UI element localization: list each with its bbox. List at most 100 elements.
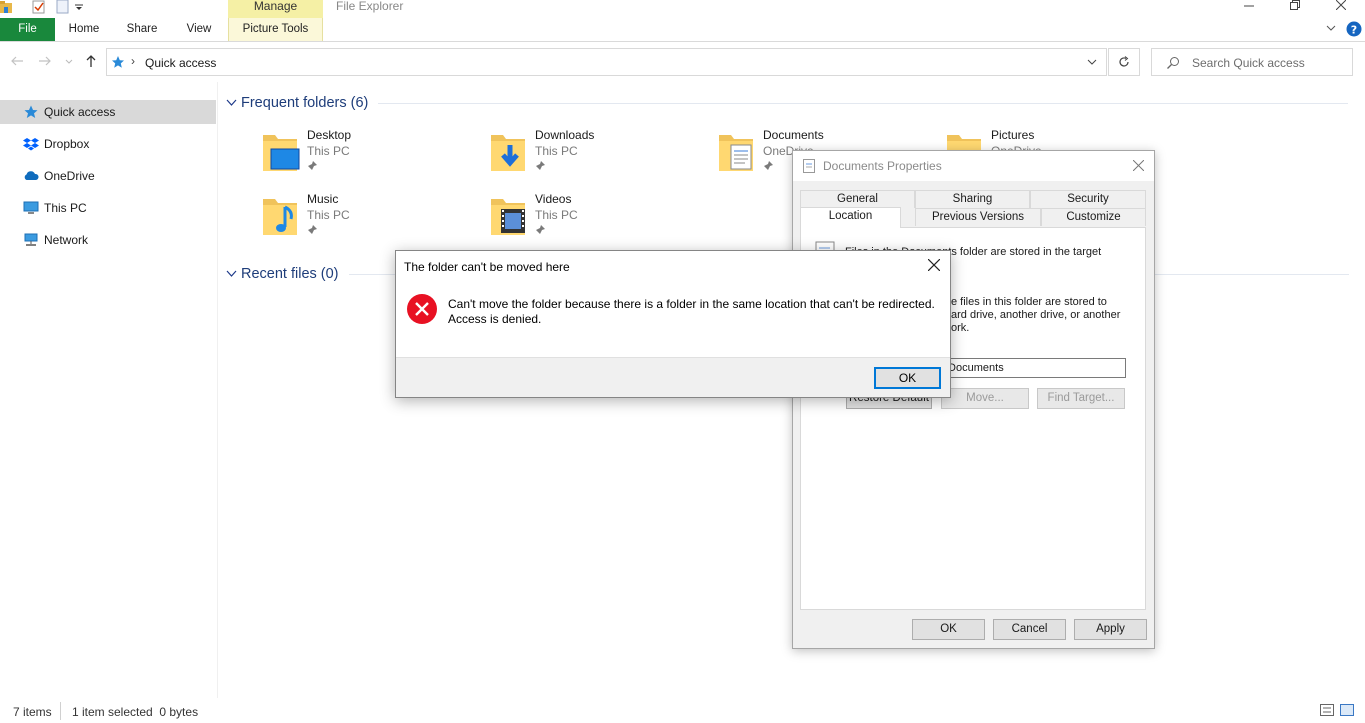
dialog-titlebar: Documents Properties: [793, 151, 1154, 181]
folder-icon[interactable]: [0, 0, 14, 14]
star-icon: [111, 55, 125, 69]
move-button[interactable]: Move...: [941, 388, 1029, 409]
folder-tile-music[interactable]: Music This PC: [261, 192, 471, 252]
nav-label: Dropbox: [44, 137, 90, 151]
star-icon: [23, 105, 39, 119]
apply-button[interactable]: Apply: [1074, 619, 1147, 640]
cancel-button[interactable]: Cancel: [993, 619, 1066, 640]
refresh-icon: [1118, 56, 1130, 68]
dialog-title: Documents Properties: [823, 159, 942, 173]
group-title: Frequent folders (6): [241, 95, 369, 111]
search-input[interactable]: Search Quick access: [1151, 48, 1353, 76]
search-placeholder: Search Quick access: [1192, 56, 1305, 70]
location-info-line-1: e files in this folder are stored to: [951, 296, 1107, 308]
tab-share[interactable]: Share: [118, 18, 166, 41]
restore-button[interactable]: [1272, 0, 1318, 16]
pin-icon: [763, 161, 773, 171]
documents-folder-icon: [717, 131, 757, 173]
restore-icon: [1290, 0, 1300, 10]
nav-item-dropbox[interactable]: Dropbox: [0, 132, 216, 156]
dialog-title: The folder can't be moved here: [404, 260, 570, 274]
nav-item-quick-access[interactable]: Quick access: [0, 100, 216, 124]
documents-properties-dialog: Documents Properties General Sharing Sec…: [792, 150, 1155, 649]
folder-location: This PC: [307, 208, 350, 222]
nav-label: OneDrive: [44, 169, 95, 183]
minimize-icon: [1244, 0, 1254, 10]
location-info-line-3: ork.: [951, 322, 970, 334]
tab-view[interactable]: View: [176, 18, 222, 41]
refresh-button[interactable]: [1108, 48, 1140, 76]
folder-name: Music: [307, 192, 339, 206]
customize-toolbar-icon[interactable]: [74, 0, 88, 14]
music-folder-icon: [261, 195, 301, 237]
tab-customize[interactable]: Customize: [1041, 208, 1146, 226]
videos-folder-icon: [489, 195, 529, 237]
tab-file[interactable]: File: [0, 18, 55, 41]
tab-security[interactable]: Security: [1030, 190, 1146, 208]
breadcrumb-quick-access[interactable]: Quick access: [145, 56, 216, 70]
chevron-down-icon: [226, 270, 238, 278]
ok-button[interactable]: OK: [912, 619, 985, 640]
nav-label: Network: [44, 233, 89, 247]
properties-icon[interactable]: [32, 0, 46, 14]
chevron-down-icon: [226, 99, 238, 107]
folder-name: Documents: [763, 128, 824, 142]
navigation-pane: Quick access Dropbox OneDrive This PC Ne…: [0, 82, 218, 698]
address-dropdown-icon[interactable]: [1087, 58, 1097, 66]
folder-tile-desktop[interactable]: Desktop This PC: [261, 128, 471, 188]
tab-location[interactable]: Location: [800, 207, 901, 228]
svg-text:?: ?: [1351, 24, 1357, 37]
frequent-folders-header[interactable]: Frequent folders (6): [226, 93, 1349, 113]
details-view-icon[interactable]: [1320, 704, 1334, 716]
tab-sharing[interactable]: Sharing: [915, 190, 1030, 208]
breadcrumb-separator-icon[interactable]: ›: [131, 54, 135, 68]
tab-picture-tools[interactable]: Picture Tools: [228, 18, 323, 41]
error-message: Can't move the folder because there is a…: [448, 297, 935, 326]
folder-name: Downloads: [535, 128, 595, 142]
ribbon: File Home Share View Picture Tools ?: [0, 18, 1365, 42]
forward-arrow-icon[interactable]: [38, 54, 54, 70]
close-icon: [1336, 0, 1346, 10]
close-icon[interactable]: [928, 259, 942, 273]
folder-tile-videos[interactable]: Videos This PC: [489, 192, 699, 252]
nav-item-onedrive[interactable]: OneDrive: [0, 164, 216, 188]
manage-context-label: Manage: [228, 0, 323, 18]
close-icon[interactable]: [1133, 160, 1144, 171]
title-bar: Manage File Explorer: [0, 0, 1365, 18]
folder-name: Pictures: [991, 128, 1035, 142]
minimize-button[interactable]: [1226, 0, 1272, 16]
location-info-line-2: ard drive, another drive, or another: [951, 309, 1121, 321]
folder-location: This PC: [535, 144, 578, 158]
help-icon[interactable]: ?: [1346, 21, 1362, 37]
selection-info: 1 item selected 0 bytes: [72, 705, 199, 719]
error-icon: [406, 293, 438, 325]
folder-location: This PC: [535, 208, 578, 222]
nav-item-network[interactable]: Network: [0, 228, 216, 252]
tab-home[interactable]: Home: [60, 18, 108, 41]
ok-button[interactable]: OK: [874, 367, 941, 389]
find-target-button[interactable]: Find Target...: [1037, 388, 1125, 409]
tab-previous-versions[interactable]: Previous Versions: [915, 208, 1041, 226]
folder-tile-downloads[interactable]: Downloads This PC: [489, 128, 699, 188]
pin-icon: [535, 161, 545, 171]
cloud-icon: [23, 169, 39, 183]
item-count: 7 items: [13, 705, 52, 719]
expand-ribbon-icon[interactable]: [1326, 24, 1336, 32]
new-folder-icon[interactable]: [56, 0, 70, 14]
large-icons-view-icon[interactable]: [1340, 704, 1354, 716]
nav-item-this-pc[interactable]: This PC: [0, 196, 216, 220]
error-dialog: The folder can't be moved here Can't mov…: [395, 250, 951, 398]
search-icon: [1166, 56, 1180, 70]
target-path-field[interactable]: \Documents: [941, 358, 1126, 378]
desktop-folder-icon: [261, 131, 301, 173]
folder-name: Videos: [535, 192, 572, 206]
address-bar[interactable]: › Quick access: [106, 48, 1107, 76]
downloads-folder-icon: [489, 131, 529, 173]
nav-label: Quick access: [44, 105, 116, 119]
up-arrow-icon[interactable]: [84, 54, 100, 70]
pin-icon: [307, 225, 317, 235]
close-button[interactable]: [1318, 0, 1364, 16]
tab-general[interactable]: General: [800, 190, 915, 208]
back-arrow-icon[interactable]: [10, 54, 26, 70]
recent-locations-icon[interactable]: [64, 54, 74, 70]
